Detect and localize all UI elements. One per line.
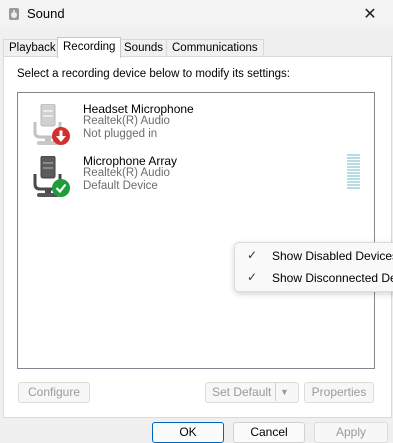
checkmark-icon: ✓	[247, 270, 258, 284]
checkmark-icon: ✓	[247, 248, 258, 262]
tab-recording[interactable]: Recording	[57, 37, 122, 58]
device-name: Microphone Array	[83, 154, 178, 168]
audio-level-meter	[347, 154, 360, 192]
cancel-button[interactable]: Cancel	[233, 422, 305, 443]
context-menu: ✓ Show Disabled Devices ✓ Show Disconnec…	[234, 242, 393, 292]
unplugged-badge-icon	[52, 127, 70, 145]
close-button[interactable]: ✕	[347, 0, 393, 28]
tab-sounds[interactable]: Sounds	[118, 39, 170, 57]
device-list[interactable]: Headset Microphone Realtek(R) Audio Not …	[17, 92, 375, 369]
close-icon: ✕	[363, 6, 377, 23]
menu-item-label: Show Disconnected De	[272, 271, 393, 285]
device-item-microphone-array[interactable]: Microphone Array Realtek(R) Audio Defaul…	[18, 153, 358, 197]
title-bar: Sound ✕	[0, 0, 393, 28]
split-button-divider	[275, 382, 276, 401]
instruction-text: Select a recording device below to modif…	[17, 68, 290, 80]
window-title: Sound	[27, 6, 65, 21]
tab-playback[interactable]: Playback	[3, 39, 62, 57]
configure-button[interactable]: Configure	[18, 382, 90, 403]
menu-item-label: Show Disabled Devices	[272, 249, 393, 263]
menu-item-show-disabled-devices[interactable]: ✓ Show Disabled Devices	[235, 245, 393, 267]
tab-communications[interactable]: Communications	[166, 39, 264, 57]
device-driver: Realtek(R) Audio	[83, 115, 170, 127]
ok-button[interactable]: OK	[152, 422, 224, 443]
device-item-headset-microphone[interactable]: Headset Microphone Realtek(R) Audio Not …	[18, 101, 358, 145]
device-driver: Realtek(R) Audio	[83, 167, 170, 179]
device-status: Not plugged in	[83, 128, 158, 140]
apply-button[interactable]: Apply	[314, 422, 388, 443]
device-name: Headset Microphone	[83, 102, 194, 116]
menu-item-show-disconnected-devices[interactable]: ✓ Show Disconnected De	[235, 267, 393, 289]
properties-button[interactable]: Properties	[304, 382, 374, 403]
check-badge-icon	[52, 179, 70, 197]
device-status: Default Device	[83, 180, 158, 192]
recording-panel: Select a recording device below to modif…	[3, 56, 392, 418]
chevron-down-icon[interactable]: ▼	[280, 387, 289, 397]
speaker-icon	[9, 8, 19, 20]
